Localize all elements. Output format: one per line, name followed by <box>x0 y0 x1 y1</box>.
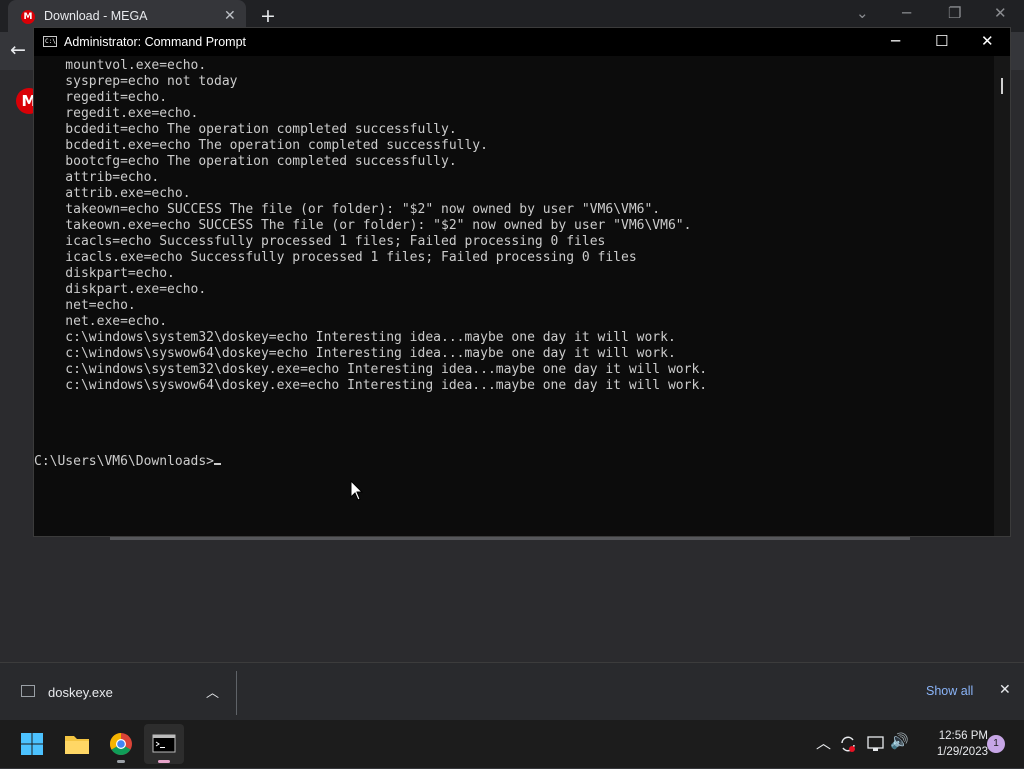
cmd-output-line: attrib=echo. <box>34 170 160 185</box>
cmd-output-line: diskpart=echo. <box>34 266 175 281</box>
new-tab-button[interactable]: + <box>260 5 276 27</box>
chrome-icon <box>110 733 132 755</box>
cmd-output-line: mountvol.exe=echo. <box>34 58 207 73</box>
cmd-title-bar[interactable]: C:\ Administrator: Command Prompt ─ ☐ ✕ <box>34 28 1010 56</box>
cmd-window-title: Administrator: Command Prompt <box>64 35 247 49</box>
cmd-window-icon: C:\ <box>43 36 57 47</box>
cmd-close-button[interactable]: ✕ <box>981 32 994 50</box>
clock[interactable]: 12:56 PM 1/29/2023 <box>908 728 988 760</box>
cmd-output-line: sysprep=echo not today <box>34 74 238 89</box>
tray-overflow-icon[interactable]: ︿ <box>816 732 831 753</box>
download-shelf: doskey.exe ︿ Show all ✕ <box>0 662 1024 720</box>
clock-date: 1/29/2023 <box>936 746 988 758</box>
cmd-output-line: takeown.exe=echo SUCCESS The file (or fo… <box>34 218 692 233</box>
cmd-output-line: takeown=echo SUCCESS The file (or folder… <box>34 202 661 217</box>
tab-title: Download - MEGA <box>44 9 148 23</box>
cmd-output-line: c:\windows\system32\doskey=echo Interest… <box>34 330 676 345</box>
cmd-output-line: regedit=echo. <box>34 90 168 105</box>
folder-icon <box>65 736 89 754</box>
cmd-output-line: attrib.exe=echo. <box>34 186 191 201</box>
chevron-up-icon[interactable]: ︿ <box>206 682 219 701</box>
cmd-output-line: c:\windows\system32\doskey.exe=echo Inte… <box>34 362 708 377</box>
mouse-pointer-icon <box>350 480 364 501</box>
update-sync-icon[interactable] <box>838 734 858 754</box>
cmd-output-line: regedit.exe=echo. <box>34 106 199 121</box>
shelf-close-icon[interactable]: ✕ <box>999 682 1011 698</box>
chrome-button[interactable] <box>101 724 141 764</box>
shelf-divider <box>236 671 237 715</box>
command-prompt-window[interactable]: C:\ Administrator: Command Prompt ─ ☐ ✕ … <box>33 27 1011 537</box>
start-button[interactable] <box>12 724 52 764</box>
cmd-scrollbar-thumb[interactable] <box>1001 78 1003 94</box>
cmd-output-line: c:\windows\syswow64\doskey=echo Interest… <box>34 346 676 361</box>
show-all-button[interactable]: Show all <box>926 684 973 698</box>
cmd-output-line: bcdedit=echo The operation completed suc… <box>34 122 457 137</box>
mega-favicon-icon: M <box>21 10 35 24</box>
cmd-minimize-button[interactable]: ─ <box>891 32 900 50</box>
cmd-output-line: icacls.exe=echo Successfully processed 1… <box>34 250 637 265</box>
windows-logo-icon <box>21 733 43 755</box>
cmd-output-line: net=echo. <box>34 298 136 313</box>
cmd-output-line: diskpart.exe=echo. <box>34 282 207 297</box>
cmd-output-line: net.exe=echo. <box>34 314 168 329</box>
terminal-icon <box>152 734 176 753</box>
clock-time: 12:56 PM <box>938 730 988 742</box>
cmd-output-line: bcdedit.exe=echo The operation completed… <box>34 138 488 153</box>
notification-badge[interactable]: 1 <box>987 735 1005 753</box>
cmd-output-line: bootcfg=echo The operation completed suc… <box>34 154 457 169</box>
cmd-output-area[interactable]: mountvol.exe=echo. sysprep=echo not toda… <box>34 56 994 536</box>
text-cursor <box>214 463 222 465</box>
active-indicator <box>158 760 170 763</box>
cmd-prompt: C:\Users\VM6\Downloads> <box>34 454 215 469</box>
volume-icon[interactable]: 🔊 <box>890 732 909 750</box>
tab-close-icon[interactable]: ✕ <box>224 7 236 24</box>
browser-close-button[interactable]: ✕ <box>994 4 1007 22</box>
file-icon <box>21 685 35 697</box>
cmd-prompt-line[interactable]: C:\Users\VM6\Downloads> <box>34 454 222 470</box>
tab-search-icon[interactable]: ⌄ <box>856 4 869 22</box>
running-indicator <box>117 760 125 763</box>
network-icon[interactable] <box>866 735 886 753</box>
browser-minimize-button[interactable]: ─ <box>902 4 911 22</box>
page-scrollbar[interactable] <box>110 537 910 540</box>
back-arrow-icon[interactable]: ← <box>10 39 26 61</box>
cmd-maximize-button[interactable]: ☐ <box>935 32 948 50</box>
file-explorer-button[interactable] <box>57 724 97 764</box>
cmd-output-line: c:\windows\syswow64\doskey.exe=echo Inte… <box>34 378 708 393</box>
cmd-scrollbar[interactable] <box>994 56 1010 536</box>
command-prompt-taskbar-button[interactable] <box>144 724 184 764</box>
taskbar: ︿ 🔊 12:56 PM 1/29/2023 <box>0 720 1024 768</box>
browser-restore-button[interactable]: ❐ <box>948 4 961 22</box>
cmd-output-line: icacls=echo Successfully processed 1 fil… <box>34 234 606 249</box>
download-item-name[interactable]: doskey.exe <box>48 685 113 700</box>
